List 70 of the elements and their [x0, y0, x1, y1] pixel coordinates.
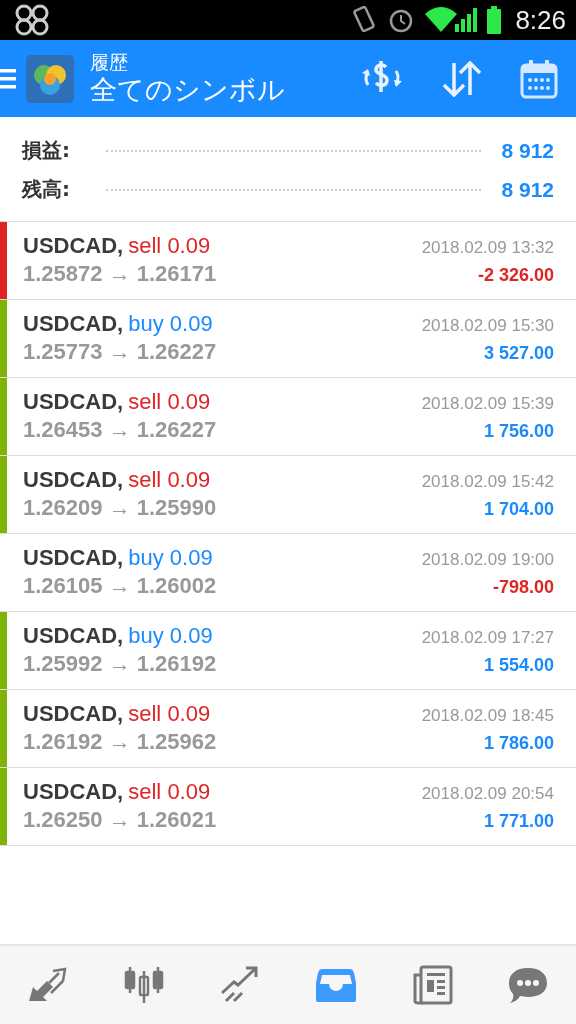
- newspaper-icon: [411, 965, 453, 1005]
- trade-prices: 1.26250 → 1.26021: [23, 806, 217, 834]
- trade-prices: 1.25992 → 1.26192: [23, 650, 217, 678]
- trade-symbol: USDCAD,: [23, 700, 124, 728]
- trade-time: 2018.02.09 17:27: [421, 627, 554, 649]
- trade-prices: 1.25773 → 1.26227: [23, 338, 217, 366]
- trade-order: buy 0.09: [128, 544, 213, 572]
- trade-symbol: USDCAD,: [23, 778, 124, 806]
- trade-order: sell 0.09: [128, 778, 211, 806]
- trade-order: sell 0.09: [128, 232, 211, 260]
- trend-arrow-icon: [220, 965, 260, 1005]
- trade-time: 2018.02.09 15:39: [421, 393, 554, 415]
- trade-profit: 1 771.00: [483, 810, 554, 833]
- trade-symbol: USDCAD,: [23, 622, 124, 650]
- chat-bubble-icon: [508, 966, 548, 1004]
- trade-prices: 1.26192 → 1.25962: [23, 728, 217, 756]
- summary-value: 8 912: [501, 138, 554, 163]
- trade-row[interactable]: USDCAD, sell 0.09 1.26209 → 1.25990 2018.02.09 15:42 1 704.00: [0, 456, 576, 534]
- trade-profit: 1 704.00: [483, 498, 554, 521]
- trade-profit: 3 527.00: [483, 342, 554, 365]
- trade-time: 2018.02.09 19:00: [421, 549, 554, 571]
- wifi-signal-icon: [425, 6, 478, 34]
- trade-row[interactable]: USDCAD, sell 0.09 1.25872 → 1.26171 2018.02.09 13:32 -2 326.00: [0, 222, 576, 300]
- trade-symbol: USDCAD,: [23, 232, 124, 260]
- trade-row[interactable]: USDCAD, sell 0.09 1.26250 → 1.26021 2018.02.09 20:54 1 771.00: [0, 768, 576, 846]
- trade-prices: 1.25872 → 1.26171: [23, 260, 217, 288]
- trade-prices: 1.26105 → 1.26002: [23, 572, 217, 600]
- trade-time: 2018.02.09 13:32: [421, 237, 554, 259]
- trade-profit: 1 786.00: [483, 732, 554, 755]
- trade-row[interactable]: USDCAD, buy 0.09 1.26105 → 1.26002 2018.02.09 19:00 -798.00: [0, 534, 576, 612]
- trade-profit: -798.00: [492, 576, 554, 599]
- app-logo-icon: [26, 54, 74, 103]
- trade-prices: 1.26209 → 1.25990: [23, 494, 217, 522]
- trade-profit: -2 326.00: [477, 264, 554, 287]
- vibrate-icon: [351, 5, 378, 35]
- screen-title: 全てのシンボル: [90, 72, 286, 107]
- trade-time: 2018.02.09 18:45: [421, 705, 554, 727]
- trade-order: sell 0.09: [128, 466, 211, 494]
- trade-profit: 1 554.00: [483, 654, 554, 677]
- trade-order: buy 0.09: [128, 310, 213, 338]
- trade-time: 2018.02.09 15:42: [421, 471, 554, 493]
- summary-value: 8 912: [501, 177, 554, 202]
- trade-row[interactable]: USDCAD, sell 0.09 1.26192 → 1.25962 2018.02.09 18:45 1 786.00: [0, 690, 576, 768]
- summary-label: 損益:: [22, 137, 70, 164]
- trade-symbol: USDCAD,: [23, 466, 124, 494]
- battery-icon: [487, 6, 502, 34]
- calendar-button[interactable]: [520, 58, 558, 99]
- trade-symbol: USDCAD,: [23, 310, 124, 338]
- sort-arrows-icon: [442, 60, 482, 97]
- trade-order: buy 0.09: [128, 622, 213, 650]
- trade-row[interactable]: USDCAD, sell 0.09 1.26453 → 1.26227 2018.02.09 15:39 1 756.00: [0, 378, 576, 456]
- trade-time: 2018.02.09 20:54: [421, 783, 554, 805]
- calendar-icon: [520, 58, 558, 99]
- candlestick-icon: [124, 965, 164, 1005]
- summary-label: 残高:: [22, 176, 70, 203]
- trade-symbol: USDCAD,: [23, 388, 124, 416]
- trade-row[interactable]: USDCAD, buy 0.09 1.25773 → 1.26227 2018.02.09 15:30 3 527.00: [0, 300, 576, 378]
- menu-icon[interactable]: [0, 66, 16, 91]
- trade-prices: 1.26453 → 1.26227: [23, 416, 217, 444]
- screen-subtitle: 履歴: [90, 50, 129, 73]
- trade-order: sell 0.09: [128, 700, 211, 728]
- trade-time: 2018.02.09 15:30: [421, 315, 554, 337]
- inbox-icon: [316, 967, 356, 1003]
- trade-row[interactable]: USDCAD, buy 0.09 1.25992 → 1.26192 2018.02.09 17:27 1 554.00: [0, 612, 576, 690]
- sort-button[interactable]: [442, 60, 482, 97]
- trade-profit: 1 756.00: [483, 420, 554, 443]
- arrows-icon: [27, 967, 69, 1003]
- clock-time: 8:26: [515, 4, 566, 36]
- trade-symbol: USDCAD,: [23, 544, 124, 572]
- trade-order: sell 0.09: [128, 388, 211, 416]
